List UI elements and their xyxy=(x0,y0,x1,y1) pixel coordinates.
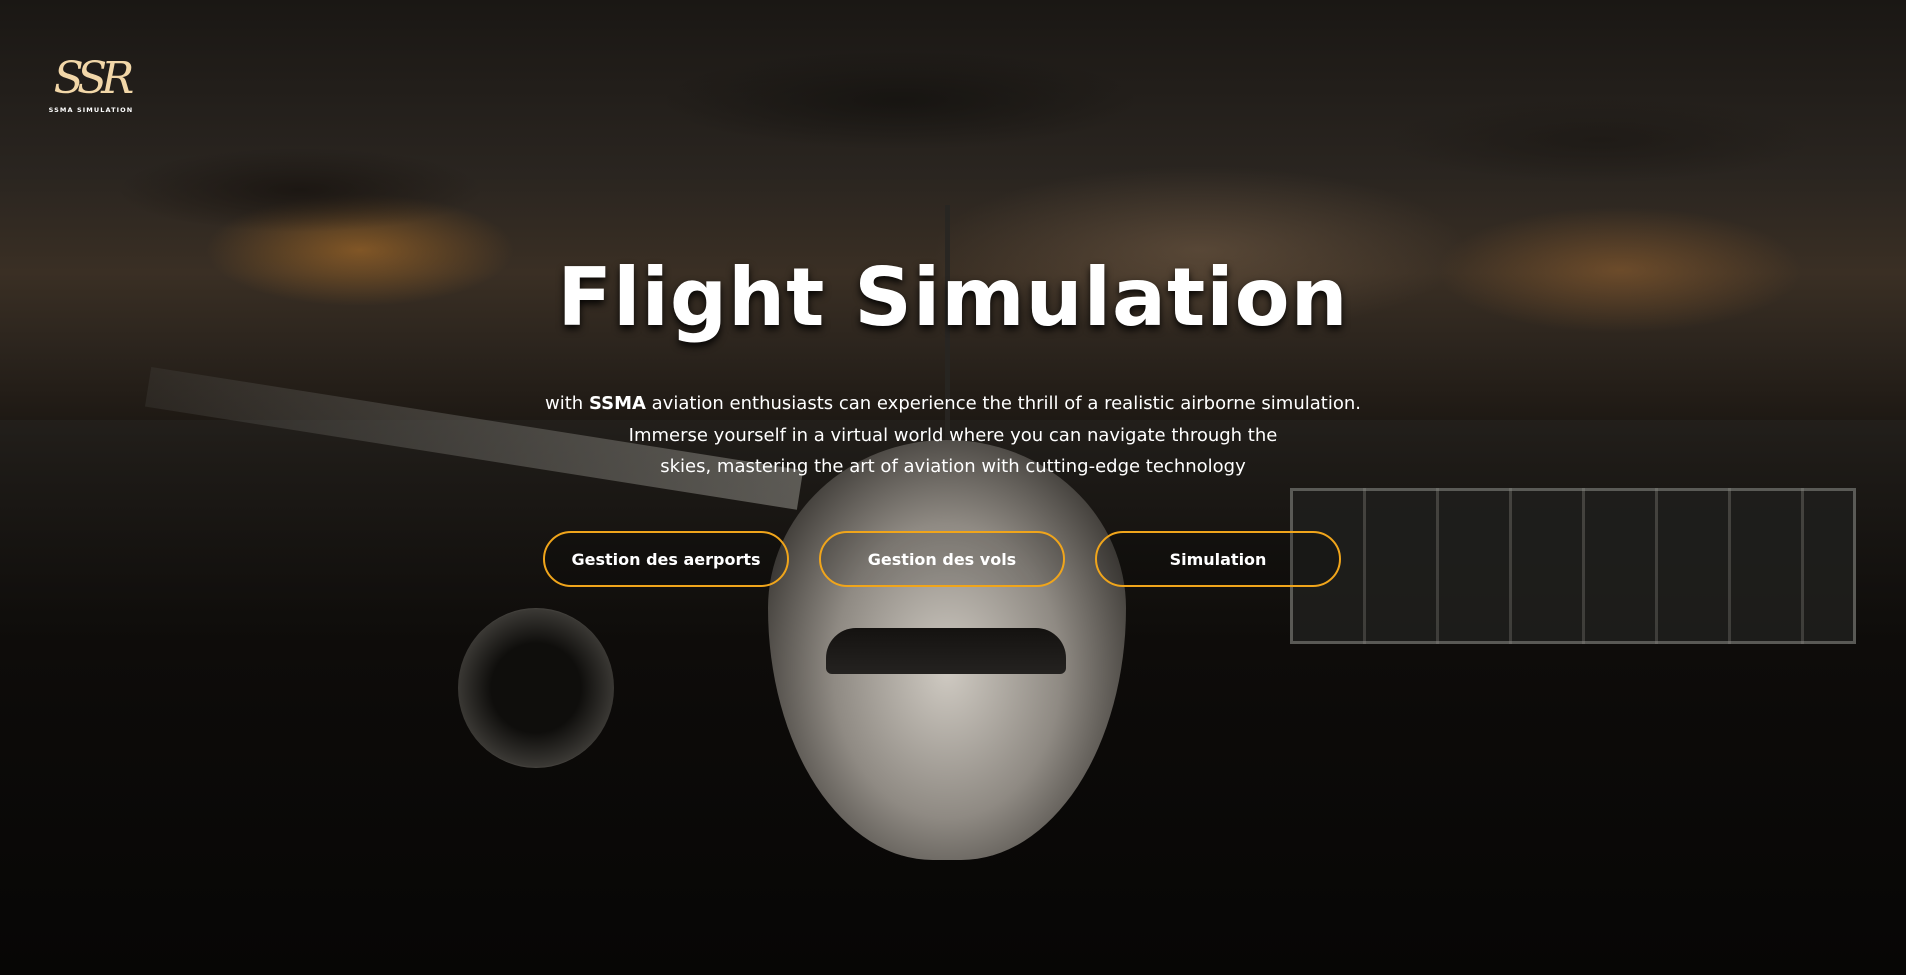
logo-mark: SSR xyxy=(53,53,135,104)
sky-clouds xyxy=(0,0,1906,420)
subtitle-line3: skies, mastering the art of aviation wit… xyxy=(660,456,1246,477)
subtitle-line1: aviation enthusiasts can experience the … xyxy=(645,393,1361,414)
airplane-cockpit-windows xyxy=(826,628,1066,674)
page-title: Flight Simulation xyxy=(557,251,1349,344)
jet-bridge xyxy=(1290,488,1856,644)
subtitle-lead: with xyxy=(545,393,584,414)
brand-logo[interactable]: SSR SSMA SIMULATION xyxy=(48,53,135,120)
airplane-engine xyxy=(458,608,614,768)
subtitle-brand: SSMA xyxy=(588,393,646,414)
subtitle-line2: Immerse yourself in a virtual world wher… xyxy=(628,424,1278,446)
logo-text: SSMA SIMULATION xyxy=(48,106,134,114)
action-buttons: Gestion des aerports Gestion des vols Si… xyxy=(543,531,1341,587)
airports-management-button[interactable]: Gestion des aerports xyxy=(543,531,789,587)
flights-management-button[interactable]: Gestion des vols xyxy=(819,531,1065,587)
hero-background: SSR SSMA SIMULATION Flight Simulation wi… xyxy=(0,0,1906,975)
hero-description: with SSMA aviation enthusiasts can exper… xyxy=(453,388,1453,483)
simulation-button[interactable]: Simulation xyxy=(1095,531,1341,587)
